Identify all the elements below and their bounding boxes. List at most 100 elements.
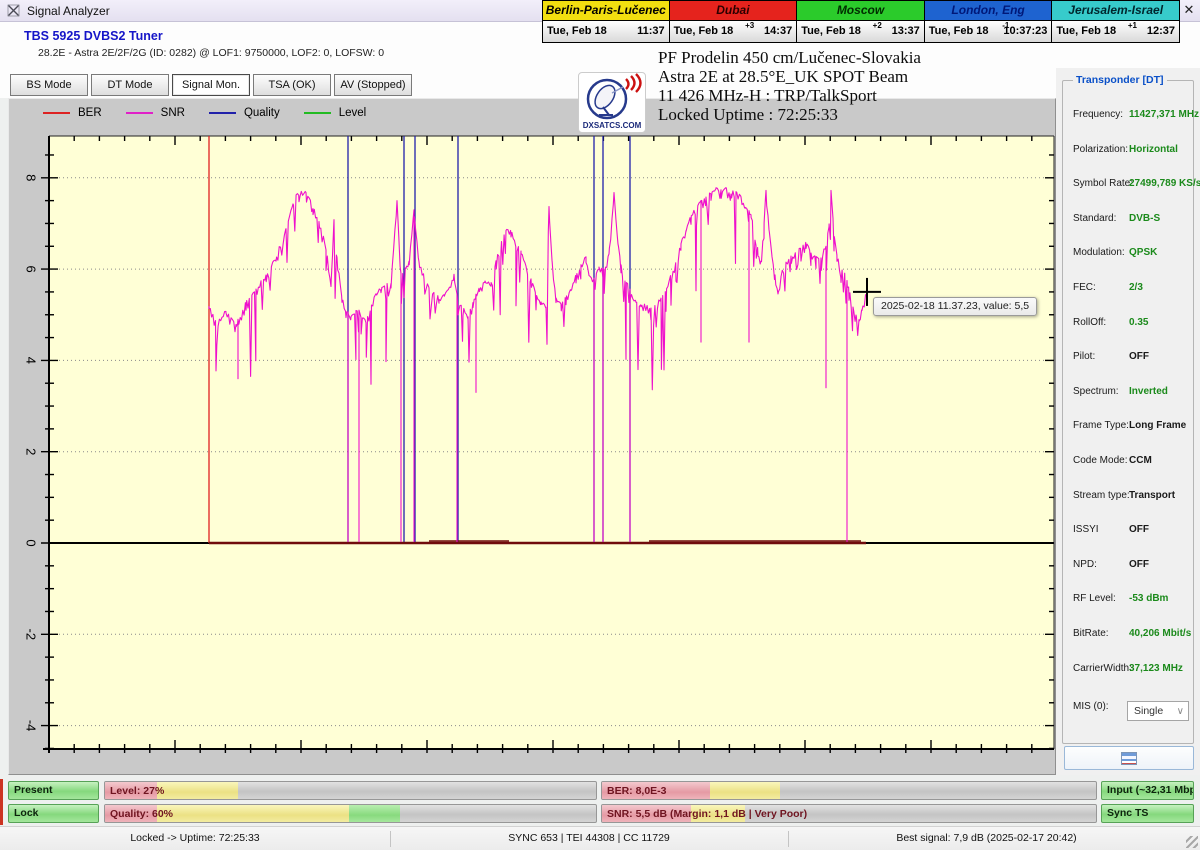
- clock-2: DubaiTue, Feb 18+314:37: [670, 0, 798, 43]
- legend-label: BER: [78, 107, 102, 119]
- bar-label: Level: 27%: [110, 782, 164, 800]
- statusbar-section-2: SYNC 653 | TEI 44308 | CC 11729: [390, 832, 788, 844]
- transponder-field-row: Frame Type:Long Frame: [1063, 420, 1195, 434]
- field-label: Symbol Rate:: [1073, 178, 1133, 189]
- field-value: 40,206 Mbit/s: [1129, 628, 1191, 639]
- clock-date: Tue, Feb 18: [929, 25, 989, 37]
- transponder-field-row: Code Mode:CCM: [1063, 455, 1195, 469]
- caption-overlay: PF Prodelin 450 cm/Lučenec-SlovakiaAstra…: [658, 48, 921, 124]
- clock-hours: 14:37: [764, 25, 792, 37]
- close-icon[interactable]: ✕: [1180, 1, 1198, 19]
- chart-legend: BERSNRQualityLevel: [43, 107, 366, 119]
- dxsatcs-logo: DXSATCS.COM: [578, 72, 646, 133]
- bar-label: Quality: 60%: [110, 805, 173, 823]
- transponder-field-row: RF Level: -53 dBm: [1063, 593, 1195, 607]
- field-value: 37,123 MHz: [1129, 663, 1183, 674]
- transponder-field-row: BitRate:40,206 Mbit/s: [1063, 628, 1195, 642]
- mis-select[interactable]: Single∨: [1127, 701, 1189, 721]
- clock-utc-offset: +2: [873, 21, 882, 30]
- transponder-field-row: NPD:OFF: [1063, 559, 1195, 573]
- clock-utc-offset: +3: [745, 21, 754, 30]
- badge-lock: Lock: [8, 804, 99, 823]
- mode-button-av-stopped[interactable]: AV (Stopped): [334, 74, 412, 96]
- status-bar: Locked -> Uptime: 72:25:33SYNC 653 | TEI…: [0, 826, 1200, 850]
- signal-chart-panel: 86420-2-4 BERSNRQualityLevel 2025-02-18 …: [8, 98, 1056, 775]
- clock-4: London, EngTue, Feb 18-110:37:23: [925, 0, 1053, 43]
- caption-line-1: PF Prodelin 450 cm/Lučenec-Slovakia: [658, 48, 921, 67]
- field-label: RollOff:: [1073, 317, 1106, 328]
- field-label: Frame Type:: [1073, 420, 1129, 431]
- mode-button-bs-mode[interactable]: BS Mode: [10, 74, 88, 96]
- transponder-field-row: Stream type:Transport: [1063, 490, 1195, 504]
- transponder-title: Transponder [DT]: [1073, 74, 1167, 86]
- field-value: 0.35: [1129, 317, 1148, 328]
- progress-bar-level: Level: 27%: [104, 781, 597, 800]
- statusbar-section-3: Best signal: 7,9 dB (2025-02-17 20:42): [788, 832, 1185, 844]
- statusbar-separator: [390, 831, 391, 847]
- legend-label: Level: [339, 107, 367, 119]
- clock-hours: 11:37: [637, 25, 665, 37]
- clock-1: Berlin-Paris-LučenecTue, Feb 1811:37: [542, 0, 670, 43]
- mode-button-tsa-ok[interactable]: TSA (OK): [253, 74, 331, 96]
- field-label: Code Mode:: [1073, 455, 1127, 466]
- field-value: DVB-S: [1129, 213, 1160, 224]
- field-value: OFF: [1129, 524, 1149, 535]
- clock-hours: 13:37: [892, 25, 920, 37]
- mode-button-dt-mode[interactable]: DT Mode: [91, 74, 169, 96]
- bar-label: BER: 8,0E-3: [607, 782, 667, 800]
- field-label: ISSYI: [1073, 524, 1099, 535]
- caption-line-2: Astra 2E at 28.5°E_UK SPOT Beam: [658, 67, 921, 86]
- logo-text: DXSATCS.COM: [579, 121, 645, 130]
- transponder-field-row: FEC:2/3: [1063, 282, 1195, 296]
- progress-bar-snr: SNR: 5,5 dB (Margin: 1,1 dB | Very Poor): [601, 804, 1097, 823]
- bar-segment-green: [349, 805, 400, 822]
- field-label: RF Level:: [1073, 593, 1116, 604]
- field-value: 2/3: [1129, 282, 1143, 293]
- clock-city-label: Jerusalem-Israel: [1052, 1, 1179, 21]
- clock-time: Tue, Feb 18+314:37: [670, 21, 797, 42]
- resize-grip[interactable]: [1186, 836, 1198, 848]
- field-label: Modulation:: [1073, 247, 1125, 258]
- badge-present: Present: [8, 781, 99, 800]
- field-value: Inverted: [1129, 386, 1168, 397]
- bar-segment-yellow: [710, 782, 780, 799]
- panel-action-button[interactable]: [1064, 746, 1194, 770]
- legend-item-quality: Quality: [209, 107, 280, 119]
- progress-bar-quality: Quality: 60%: [104, 804, 597, 823]
- clock-date: Tue, Feb 18: [801, 25, 861, 37]
- field-label: Spectrum:: [1073, 386, 1119, 397]
- badge-right: Sync TS: [1101, 804, 1194, 823]
- clock-3: MoscowTue, Feb 18+213:37: [797, 0, 925, 43]
- tuner-title: TBS 5925 DVBS2 Tuner: [24, 29, 163, 43]
- field-label: Frequency:: [1073, 109, 1123, 120]
- world-clocks: Berlin-Paris-LučenecTue, Feb 1811:37Duba…: [542, 0, 1180, 43]
- transponder-field-row: CarrierWidth:37,123 MHz: [1063, 663, 1195, 677]
- legend-item-ber: BER: [43, 107, 102, 119]
- window-title: Signal Analyzer: [27, 4, 110, 18]
- transponder-field-row: Modulation:QPSK: [1063, 247, 1195, 261]
- chart-tooltip: 2025-02-18 11.37.23, value: 5,5: [873, 297, 1037, 316]
- level-color-swatch: [304, 112, 331, 114]
- transponder-field-row: Pilot:OFF: [1063, 351, 1195, 365]
- mis-row: MIS (0):Single∨: [1063, 701, 1195, 715]
- transponder-field-row: Frequency:11427,371 MHz: [1063, 109, 1195, 123]
- statusbar-separator: [788, 831, 789, 847]
- transponder-field-row: ISSYI OFF: [1063, 524, 1195, 538]
- clock-city-label: London, Eng: [925, 1, 1052, 21]
- bar-segment-yellow: [157, 782, 238, 799]
- field-value: Long Frame: [1129, 420, 1186, 431]
- clock-city-label: Dubai: [670, 1, 797, 21]
- svg-text:-4: -4: [24, 720, 39, 732]
- clock-time: Tue, Feb 18-110:37:23: [925, 21, 1052, 42]
- satellite-dish-icon: [579, 73, 645, 121]
- legend-item-level: Level: [304, 107, 367, 119]
- transponder-field-row: Spectrum: Inverted: [1063, 386, 1195, 400]
- svg-text:0: 0: [24, 539, 39, 546]
- field-value: OFF: [1129, 559, 1149, 570]
- field-label: CarrierWidth:: [1073, 663, 1132, 674]
- stream-list-icon: [1121, 752, 1137, 765]
- transponder-panel: Transponder [DT] Frequency:11427,371 MHz…: [1056, 68, 1200, 777]
- field-value: -53 dBm: [1129, 593, 1168, 604]
- signal-monitor-plot[interactable]: 86420-2-4: [9, 99, 1057, 776]
- mode-button-signal-mon[interactable]: Signal Mon.: [172, 74, 250, 96]
